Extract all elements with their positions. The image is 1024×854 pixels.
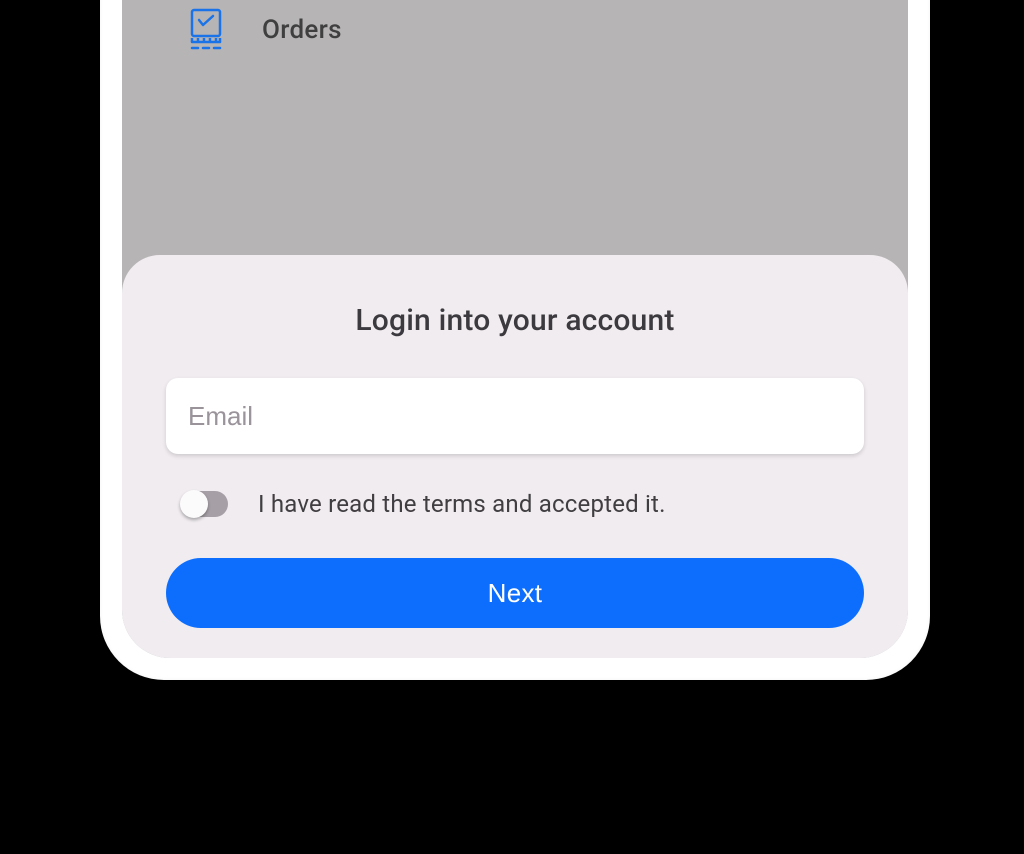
next-button[interactable]: Next [166,558,864,628]
screen: Orders Login into your account I have re… [122,0,908,658]
terms-label: I have read the terms and accepted it. [258,490,666,518]
login-sheet: Login into your account I have read the … [122,255,908,658]
nav-item-orders[interactable]: Orders [122,0,908,80]
sheet-title: Login into your account [166,303,864,338]
terms-row: I have read the terms and accepted it. [166,490,864,518]
terms-toggle[interactable] [182,491,228,517]
email-field[interactable] [166,378,864,454]
receipt-check-icon [186,8,226,52]
toggle-knob [180,490,208,518]
phone-frame: Orders Login into your account I have re… [100,0,930,680]
nav-item-label: Orders [262,15,342,45]
